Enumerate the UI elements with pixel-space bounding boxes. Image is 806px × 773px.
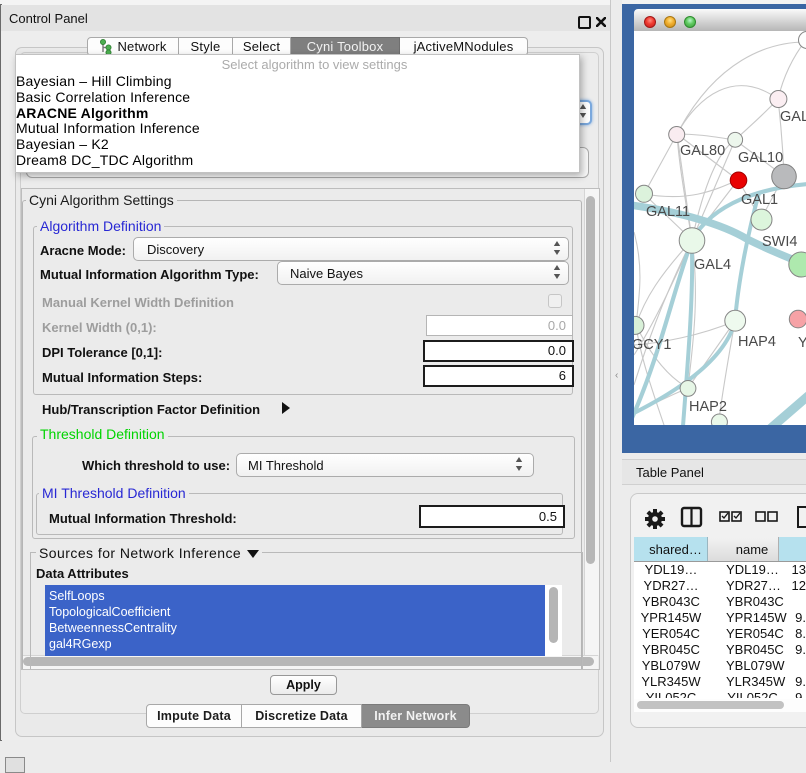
svg-text:GAL4: GAL4: [694, 257, 731, 273]
svg-text:GCY1: GCY1: [634, 337, 672, 353]
svg-text:GAL7: GAL7: [780, 109, 806, 125]
svg-text:GAL80: GAL80: [680, 143, 725, 159]
svg-text:YJ: YJ: [798, 335, 806, 351]
svg-text:HAP2: HAP2: [689, 399, 727, 415]
svg-text:SWI4: SWI4: [762, 234, 797, 250]
svg-text:HAP4: HAP4: [738, 334, 776, 350]
svg-text:GAL10: GAL10: [738, 150, 783, 166]
svg-text:GAL1: GAL1: [741, 192, 778, 208]
svg-text:GAL11: GAL11: [646, 204, 690, 220]
